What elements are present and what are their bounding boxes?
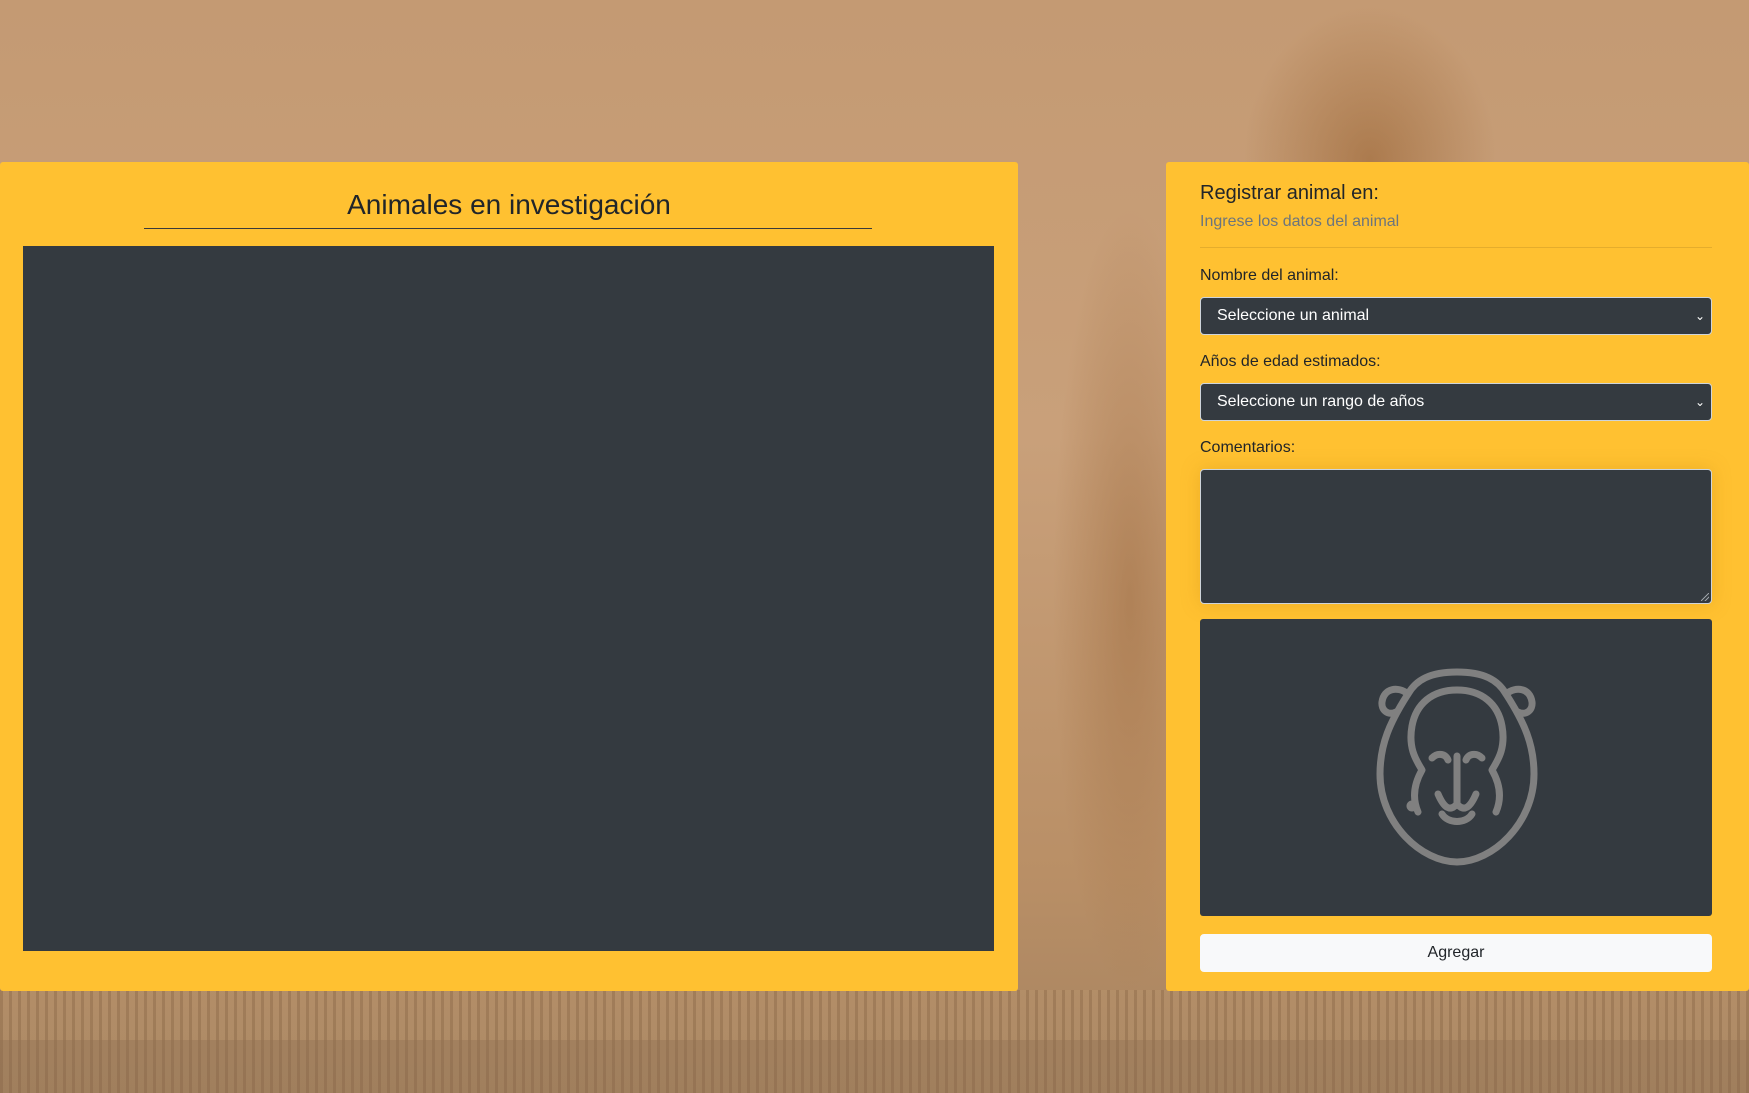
form-divider (1200, 247, 1712, 248)
age-label: Años de edad estimados: (1200, 353, 1381, 370)
chevron-down-icon: ⌄ (1694, 395, 1705, 409)
register-form-panel: Registrar animal en: Ingrese los datos d… (1166, 162, 1749, 991)
animal-name-select-value: Seleccione un animal (1217, 307, 1370, 324)
animal-preview (1200, 619, 1712, 916)
background-band (0, 1040, 1749, 1093)
chevron-down-icon: ⌄ (1694, 309, 1705, 323)
animal-name-select[interactable]: Seleccione un animal ⌄ (1200, 297, 1712, 335)
animals-list-panel: Animales en investigación (0, 162, 1018, 991)
animal-name-label: Nombre del animal: (1200, 267, 1339, 284)
age-select-value: Seleccione un rango de años (1217, 393, 1425, 410)
lion-icon (1376, 668, 1538, 866)
age-select[interactable]: Seleccione un rango de años ⌄ (1200, 383, 1712, 421)
resize-handle[interactable] (1701, 593, 1709, 601)
form-title: Registrar animal en: (1200, 182, 1379, 204)
animals-list-area (23, 246, 994, 951)
comments-label: Comentarios: (1200, 439, 1296, 456)
animals-list-title: Animales en investigación (347, 189, 671, 220)
comments-textarea[interactable] (1200, 469, 1712, 604)
form-subtitle: Ingrese los datos del animal (1200, 213, 1400, 230)
add-button[interactable]: Agregar (1200, 934, 1712, 972)
title-underline (144, 228, 872, 229)
